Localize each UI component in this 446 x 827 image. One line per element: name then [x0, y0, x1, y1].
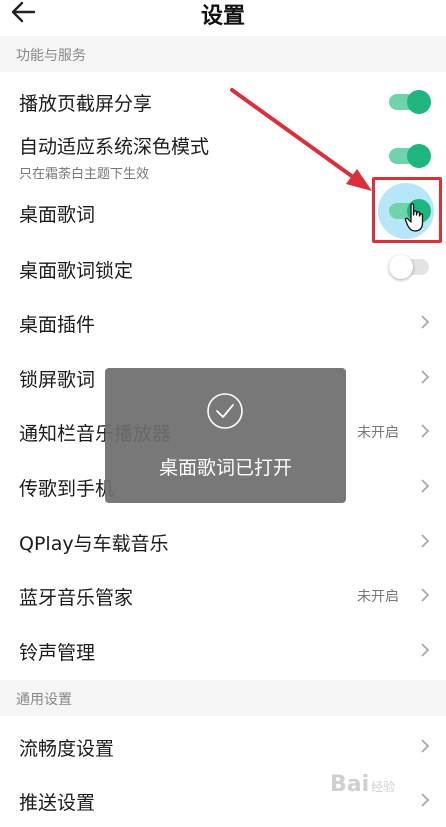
chevron-right-icon — [421, 479, 430, 493]
chevron-right-icon — [421, 588, 430, 602]
setting-label: 流畅度设置 — [19, 738, 115, 760]
baidu-watermark-logo: Bai 经验 — [330, 772, 395, 797]
chevron-right-icon — [421, 643, 430, 657]
section-title: 功能与服务 — [16, 48, 86, 64]
hand-pointer-icon — [404, 203, 424, 232]
page-title: 设置 — [200, 4, 245, 29]
setting-label: 蓝牙音乐管家 — [19, 587, 134, 609]
chevron-right-icon — [421, 793, 430, 807]
chevron-right-icon — [421, 534, 430, 548]
setting-row-qplay[interactable]: QPlay与车载音乐 — [0, 514, 446, 568]
section-header-general: 通用设置 — [0, 680, 446, 716]
setting-label: QPlay与车载音乐 — [19, 533, 169, 555]
toggle-knob — [407, 90, 431, 114]
setting-label: 传歌到手机 — [19, 478, 115, 500]
setting-value: 未开启 — [357, 589, 399, 605]
toggle-knob — [407, 144, 431, 168]
check-circle-icon — [207, 393, 243, 429]
setting-label: 桌面歌词锁定 — [19, 260, 134, 282]
toast-message: 桌面歌词已打开 — [158, 457, 292, 479]
watermark-brand: Bai — [330, 772, 370, 797]
setting-label: 铃声管理 — [19, 642, 96, 664]
screenshot-share-toggle[interactable] — [389, 90, 431, 114]
toast-notification: 桌面歌词已打开 — [105, 368, 346, 503]
setting-row-smoothness[interactable]: 流畅度设置 — [0, 719, 446, 773]
watermark-suffix: 经验 — [371, 780, 396, 794]
setting-row-desktop-widget[interactable]: 桌面插件 — [0, 295, 446, 349]
setting-sublabel: 只在霜荼白主题下生效 — [19, 167, 150, 182]
chevron-right-icon — [421, 315, 430, 329]
setting-label: 桌面插件 — [19, 314, 96, 336]
desktop-lyrics-lock-toggle[interactable] — [389, 255, 431, 279]
setting-row-screenshot-share[interactable]: 播放页截屏分享 — [0, 75, 446, 129]
chevron-right-icon — [421, 739, 430, 753]
setting-label: 桌面歌词 — [19, 204, 96, 226]
setting-row-ringtone[interactable]: 铃声管理 — [0, 623, 446, 677]
setting-label: 自动适应系统深色模式 — [19, 136, 210, 158]
dark-mode-toggle[interactable] — [389, 144, 431, 168]
top-bar: 设置 — [0, 0, 446, 36]
toggle-knob — [389, 255, 413, 279]
section-header-functions: 功能与服务 — [0, 36, 446, 72]
setting-value: 未开启 — [357, 425, 399, 441]
setting-row-desktop-lyrics-lock[interactable]: 桌面歌词锁定 — [0, 240, 446, 294]
setting-label: 锁屏歌词 — [19, 369, 96, 391]
setting-label: 推送设置 — [19, 792, 96, 814]
chevron-right-icon — [421, 424, 430, 438]
section-title: 通用设置 — [16, 692, 72, 708]
setting-label: 播放页截屏分享 — [19, 93, 153, 115]
chevron-right-icon — [421, 370, 430, 384]
setting-row-bluetooth[interactable]: 蓝牙音乐管家 未开启 — [0, 568, 446, 622]
